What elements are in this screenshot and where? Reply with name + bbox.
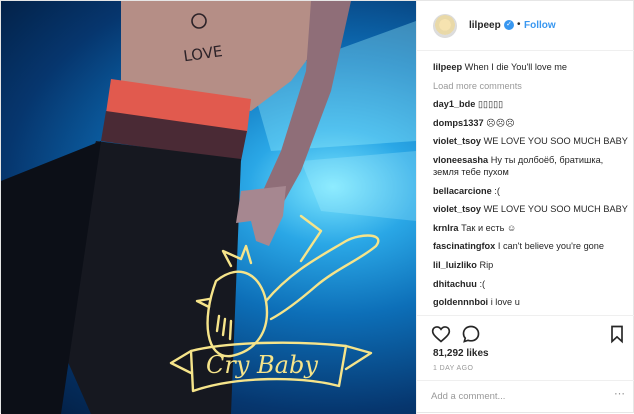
comment-row: lil_luizliko Rip xyxy=(433,259,629,271)
comment-username[interactable]: violet_tsoy xyxy=(433,204,481,214)
add-comment-input[interactable] xyxy=(431,391,611,402)
more-options-icon[interactable]: ⋯ xyxy=(614,389,628,403)
comment-text: Так и есть ☺ xyxy=(461,222,517,233)
comment-text: WE LOVE YOU SOO MUCH BABY xyxy=(483,136,628,147)
caption-text: When I die You'll love me xyxy=(464,62,568,72)
verified-icon: ✓ xyxy=(504,20,514,30)
comment-username[interactable]: krnlra xyxy=(433,223,459,233)
photo-illustration: Cry Baby LOVE xyxy=(1,1,416,414)
bookmark-icon[interactable] xyxy=(607,324,627,344)
comment-row: dhitachuu :( xyxy=(433,278,629,290)
post-timestamp[interactable]: 1 DAY AGO xyxy=(433,365,473,372)
comment-username[interactable]: fascinatingfox xyxy=(433,241,495,251)
username-link[interactable]: lilpeep xyxy=(469,20,501,31)
comment-text: I can't believe you're gone xyxy=(497,241,605,252)
comment-username[interactable]: vloneesasha xyxy=(433,155,488,165)
caption-username[interactable]: lilpeep xyxy=(433,62,462,72)
comment-text: :( xyxy=(494,185,500,196)
comment-row: violet_tsoy WE LOVE YOU SOO MUCH BABY xyxy=(433,203,629,215)
comment-icon[interactable] xyxy=(461,324,481,344)
comment-row: day1_bde ▯▯▯▯▯ xyxy=(433,98,629,110)
separator-dot: • xyxy=(517,19,521,30)
caption: lilpeep When I die You'll love me xyxy=(433,61,629,73)
comment-text: i love u xyxy=(490,297,520,308)
comment-text: :( xyxy=(479,278,486,289)
comment-username[interactable]: bellacarcione xyxy=(433,186,492,196)
comment-username[interactable]: domps1337 xyxy=(433,118,484,128)
likes-count[interactable]: 81,292 likes xyxy=(433,348,489,359)
tattoo-text: Cry Baby xyxy=(206,351,318,379)
post-sidebar: lilpeep ✓ • Follow lilpeep When I die Yo… xyxy=(416,1,634,414)
load-more-comments-button[interactable]: Load more comments xyxy=(433,80,629,92)
comment-text: ☹☹☹ xyxy=(486,117,515,128)
comment-text: Rip xyxy=(479,259,494,270)
comment-row: fascinatingfox I can't believe you're go… xyxy=(433,240,629,252)
avatar[interactable] xyxy=(433,14,457,38)
comment-row: krnlra Так и есть ☺ xyxy=(433,222,629,234)
comment-text: ▯▯▯▯▯ xyxy=(477,99,504,110)
comment-username[interactable]: lil_luizliko xyxy=(433,260,477,270)
comment-username[interactable]: goldennnboi xyxy=(433,297,488,307)
instagram-post: Cry Baby LOVE lilpeep ✓ • Follow lilpeep… xyxy=(0,0,634,414)
comment-row: domps1337 ☹☹☹ xyxy=(433,117,629,129)
comment-text: WE LOVE YOU SOO MUCH BABY xyxy=(483,204,628,215)
add-comment-bar: ⋯ xyxy=(417,380,634,414)
comment-row: goldennnboi i love u xyxy=(433,296,629,308)
heart-icon[interactable] xyxy=(431,324,451,344)
follow-button[interactable]: Follow xyxy=(524,20,556,31)
comment-username[interactable]: dhitachuu xyxy=(433,279,477,289)
comment-row: vloneesasha Ну ты долбоёб, братишка, зем… xyxy=(433,154,629,178)
comment-username[interactable]: violet_tsoy xyxy=(433,136,481,146)
comment-row: violet_tsoy WE LOVE YOU SOO MUCH BABY xyxy=(433,135,629,147)
post-photo[interactable]: Cry Baby LOVE xyxy=(1,1,416,414)
comment-username[interactable]: day1_bde xyxy=(433,99,475,109)
comment-row: bellacarcione :( xyxy=(433,185,629,197)
post-header: lilpeep ✓ • Follow xyxy=(417,1,634,51)
comments-list: lilpeep When I die You'll love me Load m… xyxy=(433,61,629,315)
